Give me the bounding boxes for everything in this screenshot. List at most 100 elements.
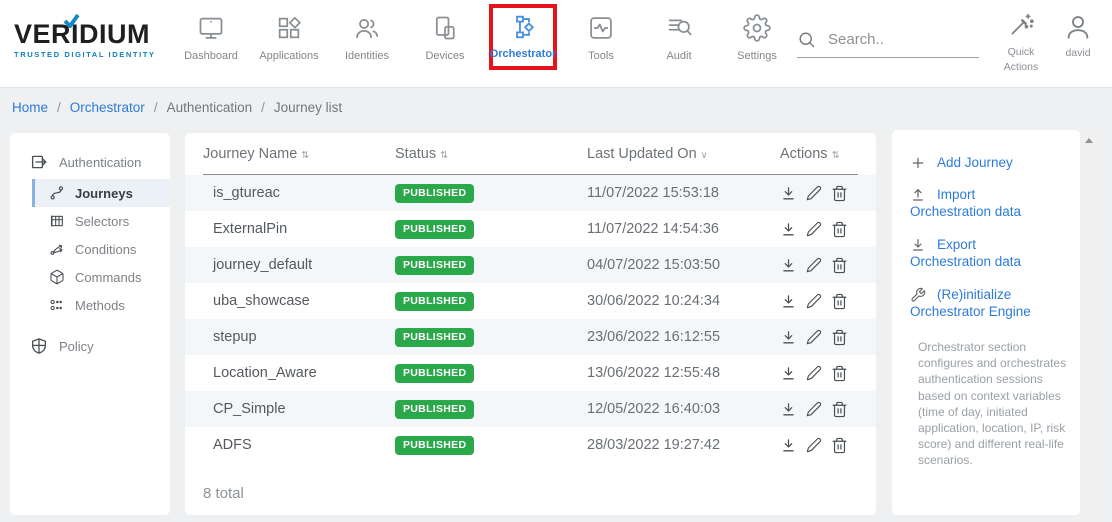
breadcrumb: Home / Orchestrator / Authentication / J… xyxy=(12,100,342,115)
download-icon[interactable] xyxy=(780,221,797,238)
sidebar-item-authentication[interactable]: Authentication xyxy=(10,145,170,179)
journey-table-panel: Journey Name⇅ Status⇅ Last Updated On∨ A… xyxy=(185,133,876,515)
scrollbar-up-arrow[interactable] xyxy=(1085,138,1093,143)
table-row[interactable]: ADFS PUBLISHED 28/03/2022 19:27:42 xyxy=(185,427,876,463)
nav-item-settings[interactable]: Settings xyxy=(718,4,796,70)
sort-descending-icon: ∨ xyxy=(701,150,708,161)
top-header: VERIDIUM TRUSTED DIGITAL IDENTITY Dashbo… xyxy=(0,0,1112,88)
user-avatar-icon xyxy=(1063,12,1093,42)
edit-icon[interactable] xyxy=(806,365,822,381)
conditions-icon xyxy=(49,241,65,257)
status-badge: PUBLISHED xyxy=(395,436,474,455)
nav-item-applications[interactable]: Applications xyxy=(250,4,328,70)
delete-icon[interactable] xyxy=(831,329,848,346)
delete-icon[interactable] xyxy=(831,401,848,418)
table-row[interactable]: journey_default PUBLISHED 04/07/2022 15:… xyxy=(185,247,876,283)
download-icon[interactable] xyxy=(780,185,797,202)
edit-icon[interactable] xyxy=(806,293,822,309)
download-icon[interactable] xyxy=(780,401,797,418)
actions-panel: Add Journey Import Orchestration data Ex… xyxy=(892,130,1080,515)
journey-name: is_gtureac xyxy=(203,185,395,201)
sort-icon: ⇅ xyxy=(440,150,448,161)
edit-icon[interactable] xyxy=(806,185,822,201)
shield-icon xyxy=(30,337,48,355)
nav-label: Tools xyxy=(588,50,614,62)
table-row[interactable]: stepup PUBLISHED 23/06/2022 16:12:55 xyxy=(185,319,876,355)
sidebar-item-methods[interactable]: Methods xyxy=(32,291,170,319)
search-input[interactable] xyxy=(828,31,958,48)
delete-icon[interactable] xyxy=(831,293,848,310)
nav-item-orchestrator[interactable]: Orchestrator xyxy=(489,4,557,70)
sidebar-item-label: Conditions xyxy=(75,242,136,257)
delete-icon[interactable] xyxy=(831,257,848,274)
nav-item-tools[interactable]: Tools xyxy=(562,4,640,70)
delete-icon[interactable] xyxy=(831,221,848,238)
nav-item-devices[interactable]: Devices xyxy=(406,4,484,70)
table-row[interactable]: uba_showcase PUBLISHED 30/06/2022 10:24:… xyxy=(185,283,876,319)
sidebar-item-journeys[interactable]: Journeys xyxy=(32,179,170,207)
breadcrumb-orchestrator-link[interactable]: Orchestrator xyxy=(70,100,145,115)
last-updated: 30/06/2022 10:24:34 xyxy=(587,293,780,309)
table-row[interactable]: Location_Aware PUBLISHED 13/06/2022 12:5… xyxy=(185,355,876,391)
breadcrumb-home-link[interactable]: Home xyxy=(12,100,48,115)
main-nav: Dashboard Applications Identities Device… xyxy=(172,4,796,70)
export-orchestration-button[interactable]: Export Orchestration data xyxy=(910,236,1062,271)
download-icon[interactable] xyxy=(780,293,797,310)
download-icon[interactable] xyxy=(780,329,797,346)
quick-actions-button[interactable]: Quick Actions xyxy=(993,12,1049,75)
magic-wand-icon xyxy=(1008,12,1034,38)
sidebar-item-label: Selectors xyxy=(75,214,129,229)
table-row[interactable]: is_gtureac PUBLISHED 11/07/2022 15:53:18 xyxy=(185,175,876,211)
column-header-status[interactable]: Status⇅ xyxy=(395,146,587,162)
journey-name: ExternalPin xyxy=(203,221,395,237)
nav-label: Dashboard xyxy=(184,50,238,62)
nav-item-dashboard[interactable]: Dashboard xyxy=(172,4,250,70)
login-icon xyxy=(30,153,48,171)
sidebar-item-policy[interactable]: Policy xyxy=(10,329,170,363)
delete-icon[interactable] xyxy=(831,185,848,202)
scrollbar[interactable] xyxy=(1081,130,1097,522)
sidebar-item-conditions[interactable]: Conditions xyxy=(32,235,170,263)
nav-item-audit[interactable]: Audit xyxy=(640,4,718,70)
import-orchestration-button[interactable]: Import Orchestration data xyxy=(910,186,1062,221)
applications-icon xyxy=(275,14,303,42)
nav-item-identities[interactable]: Identities xyxy=(328,4,406,70)
brand-tagline: TRUSTED DIGITAL IDENTITY xyxy=(14,50,164,59)
sort-icon: ⇅ xyxy=(832,150,840,161)
column-header-last-updated[interactable]: Last Updated On∨ xyxy=(587,146,780,162)
edit-icon[interactable] xyxy=(806,257,822,273)
edit-icon[interactable] xyxy=(806,401,822,417)
column-header-journey-name[interactable]: Journey Name⇅ xyxy=(203,146,395,162)
sidebar-item-selectors[interactable]: Selectors xyxy=(32,207,170,235)
nav-label: Settings xyxy=(737,50,777,62)
last-updated: 23/06/2022 16:12:55 xyxy=(587,329,780,345)
veridium-logo: VERIDIUM TRUSTED DIGITAL IDENTITY xyxy=(14,20,164,59)
delete-icon[interactable] xyxy=(831,365,848,382)
status-badge: PUBLISHED xyxy=(395,364,474,383)
edit-icon[interactable] xyxy=(806,437,822,453)
breadcrumb-journey-list: Journey list xyxy=(274,100,342,115)
brand-text: VERIDIUM xyxy=(14,20,164,48)
nav-label: Applications xyxy=(259,50,318,62)
download-icon[interactable] xyxy=(780,365,797,382)
edit-icon[interactable] xyxy=(806,329,822,345)
column-header-actions[interactable]: Actions⇅ xyxy=(780,146,858,162)
sidebar-item-label: Journeys xyxy=(75,186,133,201)
download-icon[interactable] xyxy=(780,437,797,454)
sidebar-item-label: Commands xyxy=(75,270,141,285)
table-row[interactable]: CP_Simple PUBLISHED 12/05/2022 16:40:03 xyxy=(185,391,876,427)
journey-name: journey_default xyxy=(203,257,395,273)
edit-icon[interactable] xyxy=(806,221,822,237)
sidebar-sub-list: Journeys Selectors Conditions Commands M… xyxy=(32,179,170,319)
sidebar-item-commands[interactable]: Commands xyxy=(32,263,170,291)
delete-icon[interactable] xyxy=(831,437,848,454)
download-icon[interactable] xyxy=(780,257,797,274)
user-menu[interactable]: david xyxy=(1052,12,1104,59)
status-badge: PUBLISHED xyxy=(395,256,474,275)
selectors-icon xyxy=(49,213,65,229)
reinitialize-engine-button[interactable]: (Re)initialize Orchestrator Engine xyxy=(910,286,1062,321)
add-journey-button[interactable]: Add Journey xyxy=(910,154,1062,171)
sidebar-item-label: Authentication xyxy=(59,155,141,170)
table-row[interactable]: ExternalPin PUBLISHED 11/07/2022 14:54:3… xyxy=(185,211,876,247)
status-badge: PUBLISHED xyxy=(395,184,474,203)
